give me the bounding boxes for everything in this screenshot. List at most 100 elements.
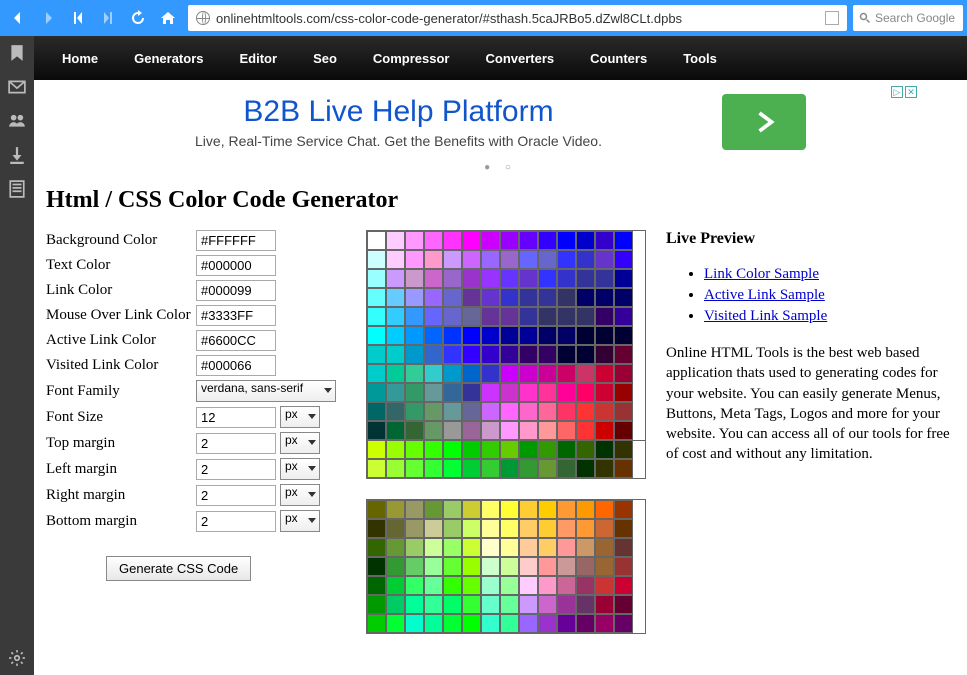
color-swatch[interactable] [538,307,557,326]
unit-select[interactable]: px [280,432,320,454]
color-swatch[interactable] [500,307,519,326]
color-swatch[interactable] [500,288,519,307]
color-swatch[interactable] [443,421,462,440]
color-swatch[interactable] [424,231,443,250]
color-swatch[interactable] [614,519,633,538]
color-swatch[interactable] [462,364,481,383]
bookmark-icon[interactable] [8,44,26,62]
color-swatch[interactable] [405,383,424,402]
color-swatch[interactable] [614,288,633,307]
color-swatch[interactable] [500,557,519,576]
color-swatch[interactable] [595,269,614,288]
color-swatch[interactable] [538,345,557,364]
color-swatch[interactable] [576,459,595,478]
color-input[interactable] [196,355,276,376]
color-swatch[interactable] [500,383,519,402]
color-swatch[interactable] [462,383,481,402]
color-swatch[interactable] [386,383,405,402]
color-swatch[interactable] [576,500,595,519]
color-swatch[interactable] [424,595,443,614]
color-swatch[interactable] [538,288,557,307]
color-swatch[interactable] [557,500,576,519]
last-button[interactable] [94,4,122,32]
color-swatch[interactable] [386,345,405,364]
color-swatch[interactable] [576,402,595,421]
color-swatch[interactable] [386,231,405,250]
color-swatch[interactable] [443,326,462,345]
color-swatch[interactable] [443,576,462,595]
color-swatch[interactable] [576,345,595,364]
color-swatch[interactable] [405,538,424,557]
color-swatch[interactable] [519,459,538,478]
color-swatch[interactable] [614,345,633,364]
color-swatch[interactable] [481,231,500,250]
form-input[interactable] [196,433,276,454]
color-swatch[interactable] [481,459,500,478]
color-swatch[interactable] [557,269,576,288]
color-swatch[interactable] [462,459,481,478]
color-swatch[interactable] [462,557,481,576]
color-swatch[interactable] [576,421,595,440]
nav-item-seo[interactable]: Seo [295,37,355,80]
color-swatch[interactable] [405,250,424,269]
color-swatch[interactable] [424,576,443,595]
color-swatch[interactable] [595,421,614,440]
color-swatch[interactable] [386,557,405,576]
preview-link[interactable]: Active Link Sample [704,287,825,303]
color-swatch[interactable] [519,519,538,538]
color-swatch[interactable] [481,326,500,345]
color-swatch[interactable] [557,421,576,440]
color-swatch[interactable] [386,538,405,557]
color-swatch[interactable] [519,576,538,595]
color-swatch[interactable] [500,576,519,595]
color-swatch[interactable] [424,307,443,326]
color-swatch[interactable] [462,614,481,633]
color-swatch[interactable] [405,500,424,519]
color-swatch[interactable] [424,519,443,538]
color-swatch[interactable] [424,500,443,519]
color-swatch[interactable] [443,519,462,538]
color-swatch[interactable] [595,538,614,557]
color-swatch[interactable] [576,231,595,250]
color-swatch[interactable] [386,402,405,421]
color-swatch[interactable] [481,307,500,326]
preview-link[interactable]: Link Color Sample [704,266,819,282]
color-swatch[interactable] [519,614,538,633]
color-swatch[interactable] [424,459,443,478]
color-swatch[interactable] [367,459,386,478]
color-swatch[interactable] [386,519,405,538]
color-swatch[interactable] [481,364,500,383]
color-swatch[interactable] [614,595,633,614]
color-swatch[interactable] [386,614,405,633]
color-swatch[interactable] [500,440,519,459]
color-swatch[interactable] [519,250,538,269]
color-swatch[interactable] [576,557,595,576]
color-swatch[interactable] [595,557,614,576]
color-swatch[interactable] [500,519,519,538]
form-input[interactable] [196,511,276,532]
color-swatch[interactable] [614,538,633,557]
unit-select[interactable]: px [280,484,320,506]
first-button[interactable] [64,4,92,32]
color-swatch[interactable] [462,538,481,557]
color-swatch[interactable] [386,269,405,288]
nav-item-editor[interactable]: Editor [222,37,296,80]
color-swatch[interactable] [538,500,557,519]
mail-icon[interactable] [8,78,26,96]
color-swatch[interactable] [614,231,633,250]
color-swatch[interactable] [405,440,424,459]
nav-item-tools[interactable]: Tools [665,37,735,80]
color-swatch[interactable] [538,440,557,459]
color-swatch[interactable] [557,250,576,269]
color-swatch[interactable] [519,269,538,288]
color-swatch[interactable] [462,231,481,250]
color-swatch[interactable] [538,383,557,402]
color-swatch[interactable] [595,595,614,614]
color-swatch[interactable] [386,288,405,307]
ad-close[interactable]: ▷✕ [891,86,917,98]
form-input[interactable] [196,485,276,506]
color-swatch[interactable] [481,440,500,459]
color-swatch[interactable] [405,307,424,326]
color-swatch[interactable] [462,500,481,519]
color-swatch[interactable] [443,345,462,364]
